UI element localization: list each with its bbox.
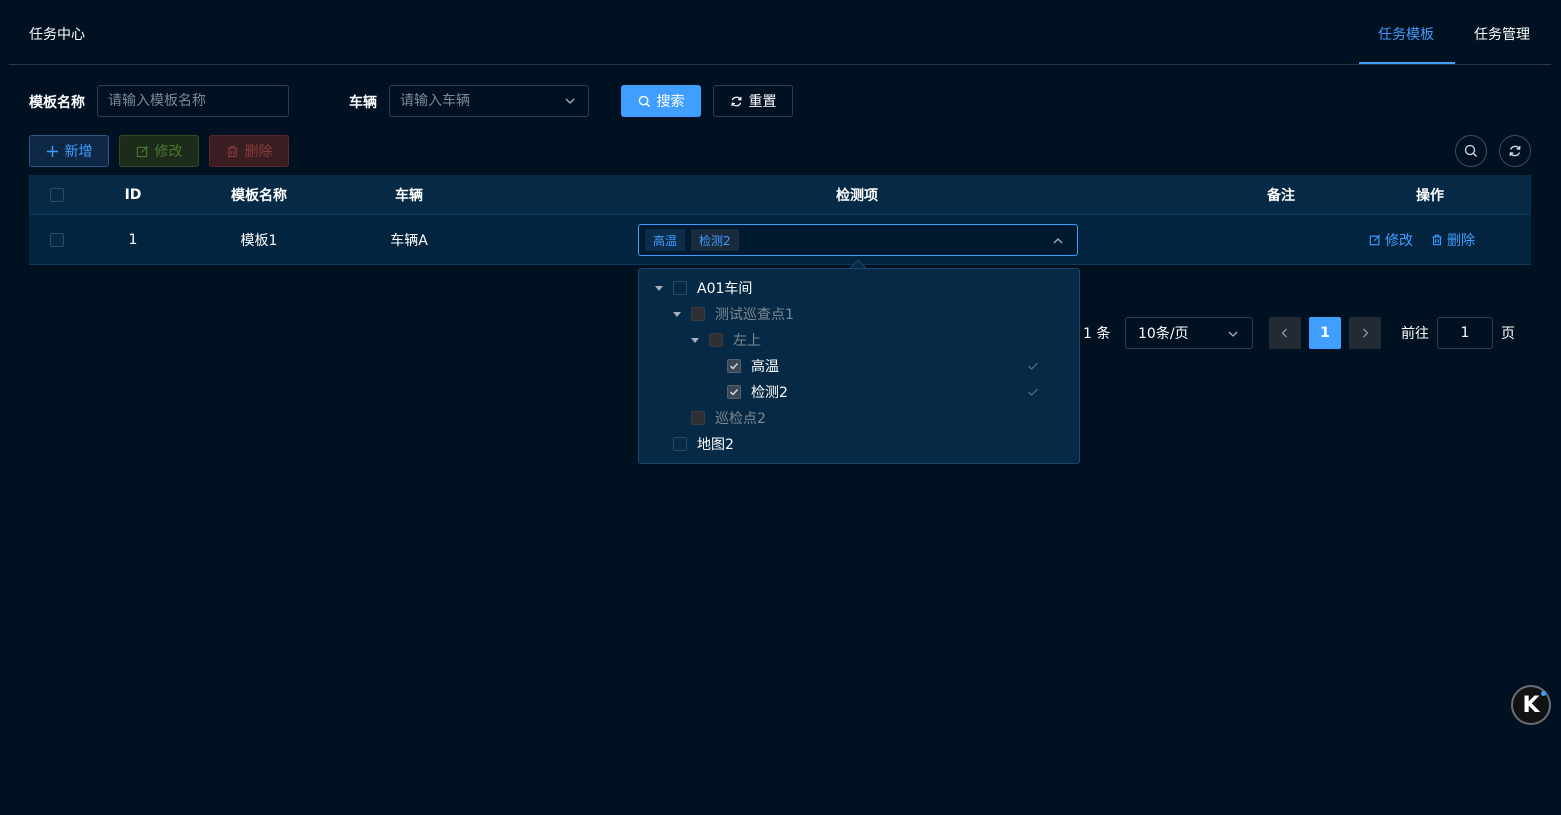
tree-node-label: A01车间 — [697, 281, 753, 297]
edit-button[interactable]: 修改 — [119, 135, 199, 167]
cell-remark — [1233, 215, 1329, 264]
delete-button[interactable]: 删除 — [209, 135, 289, 167]
refresh-icon — [730, 96, 742, 106]
search-button[interactable]: 搜索 — [621, 85, 701, 117]
vehicle-select[interactable] — [389, 85, 589, 117]
top-header: 任务中心 任务模板 任务管理 — [9, 0, 1551, 65]
chevron-right-icon — [1363, 328, 1369, 338]
tree-node-top-left[interactable]: 左上 — [691, 327, 761, 353]
template-name-label: 模板名称 — [29, 95, 85, 111]
tree-checkbox[interactable] — [727, 359, 741, 373]
tree-checkbox[interactable] — [673, 281, 687, 295]
template-name-input[interactable] — [97, 85, 289, 117]
select-all-checkbox[interactable] — [50, 187, 64, 202]
edit-icon — [136, 145, 148, 157]
check-icon — [1028, 388, 1038, 396]
plus-icon — [46, 145, 58, 157]
delete-button-label: 删除 — [244, 144, 273, 160]
tree-checkbox[interactable] — [691, 307, 705, 321]
caret-down-icon[interactable] — [673, 311, 681, 317]
floating-assistant-icon[interactable]: K — [1511, 685, 1551, 725]
add-button-label: 新增 — [64, 144, 93, 160]
column-header-vehicle: 车辆 — [395, 187, 423, 204]
tree-node-label: 检测2 — [751, 385, 788, 401]
tree-node-detect2[interactable]: 检测2 — [709, 379, 1059, 405]
page-size-select[interactable]: 10条/页 — [1125, 317, 1253, 349]
tree-node-label: 高温 — [751, 359, 779, 375]
pagination-total: 1 条 — [1083, 326, 1111, 342]
column-header-id: ID — [124, 186, 142, 203]
tree-node-a01[interactable]: A01车间 — [655, 275, 752, 301]
prev-page-button[interactable] — [1269, 317, 1301, 349]
refresh-icon — [1509, 145, 1521, 157]
vehicle-label: 车辆 — [349, 95, 377, 111]
cell-template-name: 模板1 — [240, 232, 278, 249]
chevron-down-icon — [565, 98, 575, 104]
tree-node-high-temp[interactable]: 高温 — [709, 353, 1059, 379]
check-icon — [730, 389, 739, 396]
trash-icon — [226, 145, 238, 157]
tab-task-template[interactable]: 任务模板 — [1378, 24, 1434, 44]
tree-node-label: 左上 — [733, 333, 761, 349]
reset-button[interactable]: 重置 — [713, 85, 793, 117]
caret-down-icon[interactable] — [691, 337, 699, 343]
search-icon — [638, 95, 650, 107]
add-button[interactable]: 新增 — [29, 135, 109, 167]
page-number-button[interactable]: 1 — [1309, 317, 1341, 349]
column-header-actions: 操作 — [1416, 187, 1444, 204]
tree-node-map2[interactable]: 地图2 — [655, 431, 734, 457]
tree-node-label: 地图2 — [697, 437, 734, 453]
trash-icon — [1432, 234, 1442, 245]
check-icon — [730, 363, 739, 370]
search-button-label: 搜索 — [656, 94, 685, 110]
tree-checkbox[interactable] — [691, 411, 705, 425]
tag-high-temp[interactable]: 高温 — [645, 229, 686, 251]
caret-down-icon[interactable] — [655, 285, 663, 291]
cell-id: 1 — [128, 231, 138, 248]
table-row: 1 模板1 车辆A 高温 检测2 修改 删除 — [29, 215, 1531, 265]
edit-icon — [1369, 234, 1381, 245]
row-edit-link[interactable]: 修改 — [1369, 230, 1413, 250]
row-delete-link[interactable]: 删除 — [1431, 230, 1475, 250]
chevron-down-icon — [1228, 331, 1238, 337]
active-tab-indicator — [1359, 62, 1455, 64]
table-header: ID 模板名称 车辆 检测项 备注 操作 — [29, 175, 1531, 215]
column-header-template-name: 模板名称 — [231, 187, 287, 204]
row-checkbox[interactable] — [50, 232, 64, 247]
row-edit-label: 修改 — [1385, 232, 1413, 249]
page-size-value: 10条/页 — [1138, 326, 1189, 342]
detection-tree-select[interactable]: 高温 检测2 — [638, 224, 1078, 256]
search-icon — [1464, 144, 1477, 157]
tab-task-management[interactable]: 任务管理 — [1474, 24, 1530, 44]
goto-page-input[interactable]: 1 — [1437, 317, 1493, 349]
cell-vehicle: 车辆A — [390, 232, 428, 249]
row-delete-label: 删除 — [1447, 232, 1475, 249]
goto-label: 前往 — [1401, 326, 1429, 342]
chevron-left-icon — [1281, 328, 1287, 338]
column-header-detection: 检测项 — [836, 187, 878, 204]
tree-checkbox[interactable] — [727, 385, 741, 399]
tree-checkbox[interactable] — [673, 437, 687, 451]
toggle-search-button[interactable] — [1455, 135, 1487, 167]
template-table: ID 模板名称 车辆 检测项 备注 操作 1 模板1 车辆A 高温 检测2 修改… — [29, 175, 1531, 265]
cell-actions: 修改 删除 — [1369, 215, 1529, 264]
app-title: 任务中心 — [29, 27, 85, 43]
tag-detect2[interactable]: 检测2 — [691, 229, 739, 251]
next-page-button[interactable] — [1349, 317, 1381, 349]
tree-node-patrol2[interactable]: 巡检点2 — [673, 405, 766, 431]
tree-dropdown: A01车间 测试巡查点1 左上 高温 检测2 巡检点2 地图2 — [638, 268, 1080, 464]
reset-button-label: 重置 — [748, 94, 777, 110]
tree-node-patrol1[interactable]: 测试巡查点1 — [673, 301, 794, 327]
edit-button-label: 修改 — [154, 144, 183, 160]
chevron-up-icon — [1053, 238, 1063, 244]
refresh-table-button[interactable] — [1499, 135, 1531, 167]
tree-node-label: 巡检点2 — [715, 411, 766, 427]
check-icon — [1028, 362, 1038, 370]
page-suffix-label: 页 — [1501, 326, 1515, 342]
tree-checkbox[interactable] — [709, 333, 723, 347]
column-header-remark: 备注 — [1267, 187, 1295, 204]
tree-node-label: 测试巡查点1 — [715, 307, 794, 323]
